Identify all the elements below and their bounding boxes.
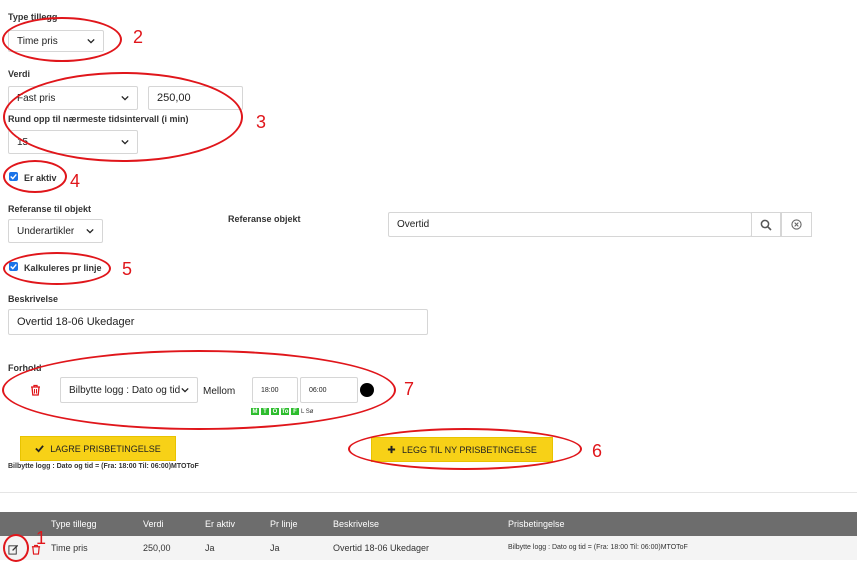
annotation-number-4: 4 xyxy=(70,171,81,191)
col-aktiv: Er aktiv xyxy=(205,519,236,529)
verdi-label: Verdi xyxy=(8,69,31,79)
col-beskrivelse: Beskrivelse xyxy=(333,519,380,529)
annotation-ellipse-1 xyxy=(3,534,29,562)
annotation-number-2: 2 xyxy=(133,27,144,47)
table-row[interactable]: Time pris 250,00 Ja Ja Overtid 18-06 Uke… xyxy=(0,536,857,560)
col-prlinje: Pr linje xyxy=(270,519,298,529)
cell-prlinje: Ja xyxy=(270,543,280,553)
table-header: Type tillegg Verdi Er aktiv Pr linje Bes… xyxy=(0,512,857,536)
ref-objekt-label: Referanse objekt xyxy=(228,214,301,224)
annotation-number-1: 1 xyxy=(36,528,47,548)
check-icon xyxy=(35,445,45,453)
beskrivelse-label: Beskrivelse xyxy=(8,294,59,304)
cell-type: Time pris xyxy=(51,543,88,553)
ref-objekt-value: Overtid xyxy=(397,219,430,230)
annotation-number-6: 6 xyxy=(592,441,603,461)
col-type: Type tillegg xyxy=(51,519,97,529)
annotation-ellipse-5 xyxy=(3,252,111,285)
cell-prisbetingelse: Bilbytte logg : Dato og tid = (Fra: 18:0… xyxy=(508,544,688,551)
divider xyxy=(0,492,857,493)
save-condition-button[interactable]: LAGRE PRISBETINGELSE xyxy=(20,436,176,461)
annotation-ellipse-7 xyxy=(2,350,396,430)
save-condition-label: LAGRE PRISBETINGELSE xyxy=(50,443,161,454)
annotation-ellipse-4 xyxy=(3,160,67,193)
close-circle-icon xyxy=(791,219,802,230)
ref-obj-label: Referanse til objekt xyxy=(8,204,92,214)
annotation-ellipse-3 xyxy=(3,72,243,162)
col-prisbetingelse: Prisbetingelse xyxy=(508,519,565,529)
search-button[interactable] xyxy=(751,212,781,237)
col-verdi: Verdi xyxy=(143,519,164,529)
ref-obj-select[interactable]: Underartikler xyxy=(8,219,103,243)
annotation-ellipse-2 xyxy=(2,17,122,62)
annotation-ellipse-6 xyxy=(348,428,582,470)
annotation-number-5: 5 xyxy=(122,259,133,279)
ref-objekt-input[interactable]: Overtid xyxy=(388,212,752,237)
beskrivelse-value: Overtid 18-06 Ukedager xyxy=(17,316,135,328)
annotation-number-7: 7 xyxy=(404,379,415,399)
cell-aktiv: Ja xyxy=(205,543,215,553)
chevron-down-icon xyxy=(86,228,94,234)
beskrivelse-input[interactable]: Overtid 18-06 Ukedager xyxy=(8,309,428,335)
condition-summary: Bilbytte logg : Dato og tid = (Fra: 18:0… xyxy=(8,463,199,470)
cell-verdi: 250,00 xyxy=(143,543,171,553)
ref-obj-select-value: Underartikler xyxy=(17,225,75,237)
search-icon xyxy=(760,219,772,231)
clear-button[interactable] xyxy=(781,212,812,237)
annotation-number-3: 3 xyxy=(256,112,267,132)
cell-beskrivelse: Overtid 18-06 Ukedager xyxy=(333,543,430,553)
